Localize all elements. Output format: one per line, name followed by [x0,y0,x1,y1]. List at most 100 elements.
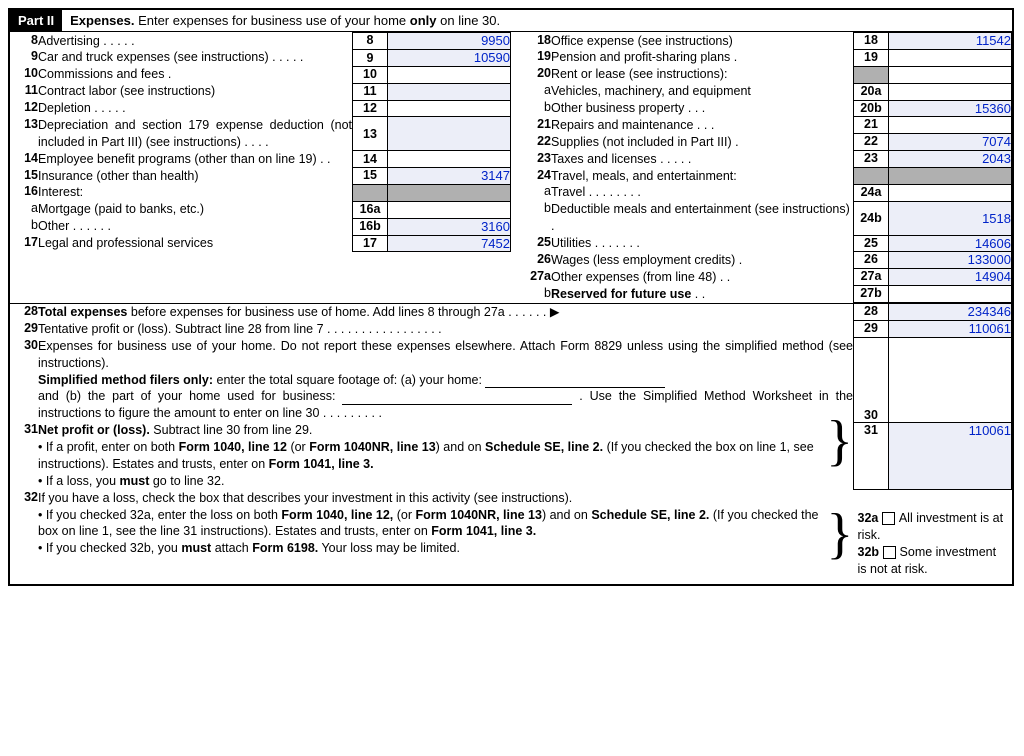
part-badge: Part II [10,10,62,31]
line-20-val-blank [889,66,1012,83]
line-32-brace: } [826,490,853,580]
checkbox-32b-label: 32b [858,545,880,559]
line-24-num: 24 [523,168,551,185]
line-8-val[interactable]: 9950 [388,33,511,50]
line-28-val[interactable]: 234346 [889,304,1012,321]
bottom-section: 28 Total expenses before expenses for bu… [10,303,1012,580]
line-24b-desc: Deductible meals and entertainment (see … [551,201,854,235]
line-29-val[interactable]: 110061 [889,321,1012,338]
line-21-val[interactable] [889,117,1012,134]
line-20b-val[interactable]: 15360 [889,100,1012,117]
line-27b-num: b [523,286,551,303]
line-22-num: 22 [523,134,551,151]
line-23-box: 23 [854,151,889,168]
line-20-desc: Rent or lease (see instructions): [551,66,854,83]
part-title-only: only [410,13,437,28]
line-10-val[interactable] [388,66,511,83]
line-30-p1: Expenses for business use of your home. … [38,339,853,370]
line-30-p3a: and (b) the part of your home used for b… [38,389,342,403]
line-16b-box: 16b [353,218,388,235]
form-part-ii: Part II Expenses. Enter expenses for bus… [8,8,1014,586]
line-19-val[interactable] [889,49,1012,66]
line-24a-num: a [523,184,551,201]
part-title: Expenses. Enter expenses for business us… [62,10,508,31]
line-18-num: 18 [523,33,551,50]
line-19-desc: Pension and profit-sharing plans . [551,49,854,66]
line-16a-val[interactable] [388,201,511,218]
line-31-desc: Net profit or (loss). Subtract line 30 f… [38,422,826,490]
line-27a-box: 27a [854,269,889,286]
line-25-num: 25 [523,235,551,252]
line-14-desc: Employee benefit programs (other than on… [38,151,353,168]
line-30-val[interactable] [889,338,1012,422]
line-27a-val[interactable]: 14904 [889,269,1012,286]
line-9-val[interactable]: 10590 [388,49,511,66]
line-26-val[interactable]: 133000 [889,252,1012,269]
line-8-desc: Advertising . . . . . [38,33,353,50]
line-27b-desc: Reserved for future use . . [551,286,854,303]
line-30-blank-a[interactable] [485,375,665,388]
line-15-desc: Insurance (other than health) [38,168,353,185]
line-30-p2a: Simplified method filers only: [38,373,213,387]
line-29-box: 29 [854,321,889,338]
line-11-box: 11 [353,83,388,100]
checkbox-32b[interactable] [883,546,896,559]
line-18-val[interactable]: 11542 [889,33,1012,50]
line-13-val[interactable] [388,117,511,151]
line-10-box: 10 [353,66,388,83]
checkbox-32a-label: 32a [858,511,879,525]
line-16-box-gray [353,184,388,201]
line-30-desc: Expenses for business use of your home. … [38,338,854,422]
line-21-box: 21 [854,117,889,134]
line-21-num: 21 [523,117,551,134]
line-12-desc: Depletion . . . . . [38,100,353,117]
line-19-num: 19 [523,49,551,66]
line-17-box: 17 [353,235,388,252]
line-24b-val[interactable]: 1518 [889,201,1012,235]
line-24b-num: b [523,201,551,235]
right-column: 18Office expense (see instructions)18115… [511,32,1012,303]
line-13-box: 13 [353,117,388,151]
line-18-desc: Office expense (see instructions) [551,33,854,50]
line-11-num: 11 [10,83,38,100]
line-16b-val[interactable]: 3160 [388,218,511,235]
line-12-val[interactable] [388,100,511,117]
line-30-p2b: enter the total square footage of: (a) y… [213,373,485,387]
part-title-bold: Expenses. [70,13,134,28]
line-20a-num: a [523,83,551,100]
part-title-text: Enter expenses for business use of your … [134,13,409,28]
line-17-desc: Legal and professional services [38,235,353,252]
line-16a-num: a [10,201,38,218]
line-27b-val[interactable] [889,286,1012,303]
line-17-num: 17 [10,235,38,252]
line-27b-box: 27b [854,286,889,303]
line-25-box: 25 [854,235,889,252]
line-26-box: 26 [854,252,889,269]
line-25-val[interactable]: 14606 [889,235,1012,252]
line-20a-val[interactable] [889,83,1012,100]
line-17-val[interactable]: 7452 [388,235,511,252]
line-23-val[interactable]: 2043 [889,151,1012,168]
line-12-box: 12 [353,100,388,117]
line-15-val[interactable]: 3147 [388,168,511,185]
line-19-box: 19 [854,49,889,66]
line-31-val[interactable]: 110061 [889,422,1012,490]
line-10-desc: Commissions and fees . [38,66,353,83]
line-22-val[interactable]: 7074 [889,134,1012,151]
line-14-val[interactable] [388,151,511,168]
line-24a-box: 24a [854,184,889,201]
line-26-desc: Wages (less employment credits) . [551,252,854,269]
part-title-tail: on line 30. [437,13,501,28]
line-30-blank-b[interactable] [342,392,572,405]
line-11-val[interactable] [388,83,511,100]
line-24a-val[interactable] [889,184,1012,201]
line-8-box: 8 [353,33,388,50]
line-9-desc: Car and truck expenses (see instructions… [38,49,353,66]
line-30-box: 30 [854,338,889,422]
line-24-box-gray [854,168,889,185]
line-23-num: 23 [523,151,551,168]
line-16-num: 16 [10,184,38,201]
line-31-num: 31 [10,422,38,490]
line-22-box: 22 [854,134,889,151]
checkbox-32a[interactable] [882,512,895,525]
